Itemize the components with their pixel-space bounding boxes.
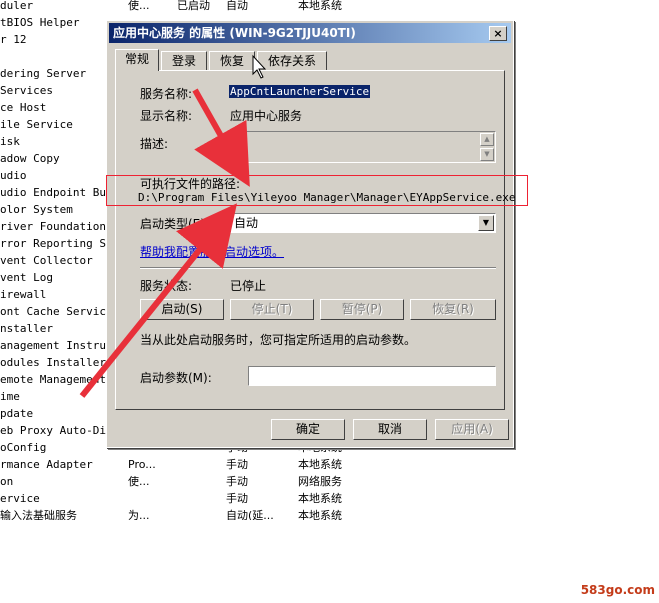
arrow-to-startup-type xyxy=(79,203,238,398)
mouse-cursor-icon xyxy=(252,54,267,79)
arrow-to-path xyxy=(192,88,250,187)
annotation-arrows xyxy=(79,54,267,398)
tab-general[interactable]: 常规 xyxy=(115,49,159,71)
watermark: 583go.com xyxy=(580,583,655,597)
